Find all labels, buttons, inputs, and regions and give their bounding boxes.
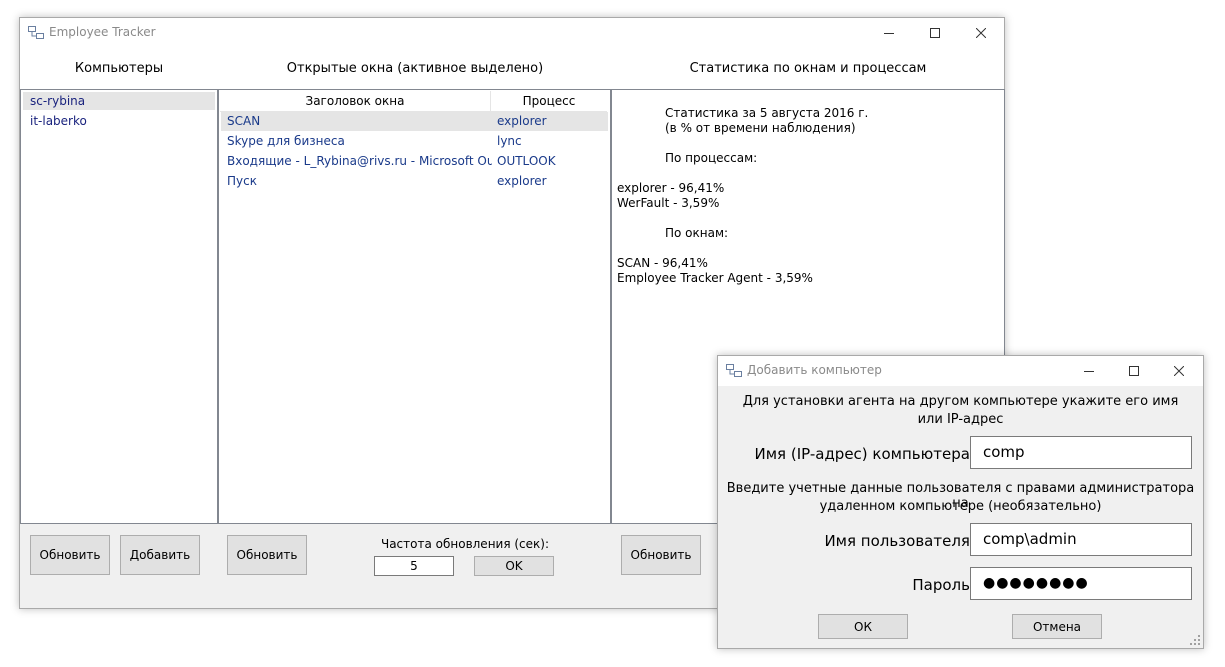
stats-date: Статистика за 5 августа 2016 г.: [665, 106, 869, 120]
dialog-title: Добавить компьютер: [747, 363, 882, 377]
list-item[interactable]: sc-rybina: [23, 92, 215, 110]
computers-list[interactable]: sc-rybina it-laberko: [20, 89, 218, 524]
column-header-process[interactable]: Процесс: [491, 91, 607, 112]
dialog-titlebar[interactable]: Добавить компьютер: [718, 356, 1203, 386]
maximize-button[interactable]: [912, 18, 958, 48]
computers-header: Компьютеры: [74, 61, 164, 76]
resize-grip-icon[interactable]: [1189, 634, 1201, 646]
refresh-windows-button[interactable]: Обновить: [227, 535, 307, 575]
window-stat: SCAN - 96,41%: [617, 256, 708, 270]
dialog-maximize-button[interactable]: [1111, 356, 1157, 386]
host-input[interactable]: comp: [970, 436, 1192, 469]
window-title-cell[interactable]: Пуск: [227, 171, 492, 191]
by-process-label: По процессам:: [665, 151, 758, 165]
refresh-stats-button[interactable]: Обновить: [621, 535, 701, 575]
username-input-value: comp\admin: [983, 530, 1077, 548]
list-item[interactable]: it-laberko: [23, 112, 215, 130]
dialog-intro-line1: Для установки агента на другом компьютер…: [742, 394, 1179, 409]
minimize-icon: [884, 33, 894, 34]
host-label: Имя (IP-адрес) компьютера:: [754, 445, 975, 463]
maximize-icon: [1129, 366, 1139, 376]
password-input[interactable]: ●●●●●●●●: [970, 567, 1192, 600]
dialog-close-button[interactable]: [1156, 356, 1202, 386]
dialog-app-icon: [726, 364, 742, 377]
refresh-frequency-input[interactable]: 5: [374, 556, 454, 576]
refresh-computers-button[interactable]: Обновить: [30, 535, 110, 575]
windows-table[interactable]: Заголовок окна Процесс SCAN explorer Sky…: [218, 89, 611, 524]
window-title-cell: SCAN: [227, 114, 261, 128]
process-stat: explorer - 96,41%: [617, 181, 725, 195]
column-header-title[interactable]: Заголовок окна: [220, 91, 491, 112]
by-window-label: По окнам:: [665, 226, 729, 240]
dialog-intro-line2: или IP-адрес: [917, 412, 1004, 427]
process-cell: explorer: [497, 114, 547, 128]
main-titlebar[interactable]: Employee Tracker: [20, 18, 1004, 48]
app-icon: [28, 26, 44, 39]
stats-header: Статистика по окнам и процессам: [689, 61, 927, 76]
window-title-cell[interactable]: Skype для бизнеса: [227, 131, 492, 151]
dialog-ok-button[interactable]: ОК: [818, 614, 908, 639]
windows-header: Открытые окна (активное выделено): [286, 61, 544, 76]
close-icon: [976, 28, 986, 38]
process-cell: explorer: [497, 174, 547, 188]
maximize-icon: [930, 28, 940, 38]
username-input[interactable]: comp\admin: [970, 523, 1192, 556]
add-computer-dialog: Добавить компьютер Для установки агента …: [717, 355, 1204, 649]
frequency-ok-button[interactable]: OK: [474, 556, 554, 576]
close-button[interactable]: [958, 18, 1004, 48]
process-stat: WerFault - 3,59%: [617, 196, 720, 210]
stats-note: (в % от времени наблюдения): [665, 121, 856, 135]
minimize-icon: [1084, 371, 1094, 372]
window-title-cell[interactable]: Входящие - L_Rybina@rivs.ru - Microsoft …: [227, 151, 492, 171]
refresh-frequency-value: 5: [410, 559, 418, 573]
main-window-title: Employee Tracker: [49, 25, 156, 39]
add-computer-button[interactable]: Добавить: [120, 535, 200, 575]
host-input-value: comp: [983, 443, 1025, 461]
process-cell: OUTLOOK: [497, 154, 556, 168]
close-icon: [1174, 366, 1184, 376]
password-input-value: ●●●●●●●●: [983, 575, 1089, 591]
process-cell: lync: [497, 134, 522, 148]
creds-line2: удаленном компьютере (необязательно): [819, 499, 1102, 514]
window-stat: Employee Tracker Agent - 3,59%: [617, 271, 813, 285]
minimize-button[interactable]: [866, 18, 912, 48]
dialog-cancel-button[interactable]: Отмена: [1012, 614, 1102, 639]
password-label: Пароль:: [912, 576, 975, 594]
refresh-frequency-label: Частота обновления (сек):: [380, 537, 550, 551]
username-label: Имя пользователя:: [824, 532, 975, 550]
dialog-minimize-button[interactable]: [1066, 356, 1112, 386]
